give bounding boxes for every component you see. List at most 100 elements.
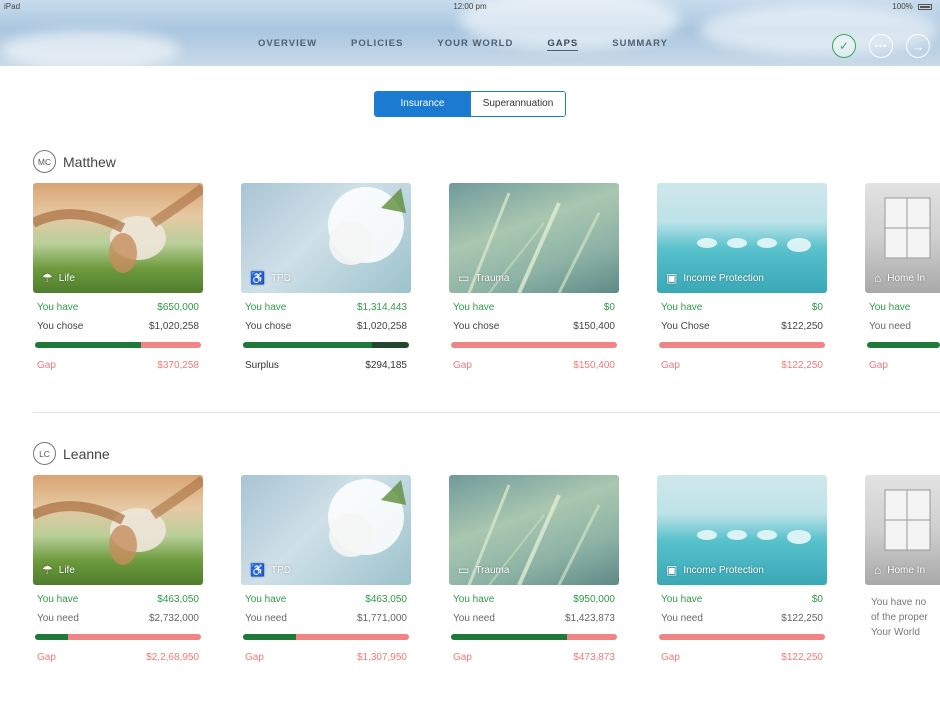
have-label: You have [245, 302, 287, 313]
cover-card-trauma[interactable]: ▭ Trauma You have $950,000 You need $1,423… [449, 475, 619, 663]
nav-overview[interactable]: OVERVIEW [258, 38, 317, 51]
clock: 12:00 pm [453, 2, 487, 11]
coverage-bar [451, 634, 617, 640]
gap-label: Gap [869, 360, 888, 371]
have-value: $0 [811, 594, 823, 605]
cover-card-life[interactable]: ☂ Life You have $650,000 You chose $1,020,… [33, 183, 203, 371]
gap-label: Gap [661, 360, 680, 371]
have-row: You have $650,000 [33, 302, 203, 313]
chose-value: $1,020,258 [148, 321, 199, 332]
gap-value: $150,400 [573, 360, 615, 371]
have-label: You have [869, 302, 911, 313]
nav-policies[interactable]: POLICIES [351, 38, 403, 51]
chose-label: You chose [453, 321, 500, 332]
have-label: You have [453, 302, 495, 313]
avatar: LC [33, 442, 56, 465]
nav-gaps[interactable]: GAPS [547, 38, 579, 51]
monitor-icon: ▭ [458, 271, 470, 285]
need-label: You need [661, 613, 703, 624]
need-value: $2,732,000 [148, 613, 199, 624]
umbrella-icon: ☂ [42, 563, 53, 577]
trauma-image: ▭ Trauma [449, 475, 619, 585]
card-label: ⌂ Home In [874, 271, 925, 285]
money-icon: ▣ [666, 563, 678, 577]
gap-value: $2,2,68,950 [146, 652, 199, 663]
have-row: You have $0 [657, 302, 827, 313]
gap-value: $473,873 [573, 652, 615, 663]
nav-summary[interactable]: SUMMARY [612, 38, 668, 51]
need-value: $1,771,000 [356, 613, 407, 624]
main-nav: OVERVIEW POLICIES YOUR WORLD GAPS SUMMAR… [258, 38, 668, 51]
card-label: ▣ Income Protection [666, 271, 764, 285]
monitor-icon: ▭ [458, 563, 470, 577]
surplus-value: $294,185 [365, 360, 407, 371]
insurance-tab[interactable]: Insurance [375, 92, 470, 116]
cover-card-home[interactable]: ⌂ Home In You have You need Gap [865, 183, 940, 371]
coverage-bar [35, 634, 201, 640]
card-title: Life [58, 564, 75, 576]
cover-card-trauma[interactable]: ▭ Trauma You have $0 You chose $150,400 Ga… [449, 183, 619, 371]
surplus-label: Surplus [245, 360, 279, 371]
cover-card-income-protection[interactable]: ▣ Income Protection You have $0 You Chose… [657, 183, 827, 371]
home-image: ⌂ Home In [865, 475, 940, 585]
umbrella-icon: ☂ [42, 271, 53, 285]
chose-row: You chose $1,020,258 [33, 321, 203, 332]
need-label: You need [37, 613, 79, 624]
need-row: You need $1,771,000 [241, 613, 411, 624]
have-value: $0 [603, 302, 615, 313]
card-label: ☂ Life [42, 271, 75, 285]
card-label: ▣ Income Protection [666, 563, 764, 577]
cover-card-tpd[interactable]: ♿ TPD You have $1,314,443 You chose $1,020… [241, 183, 411, 371]
card-title: Trauma [475, 564, 510, 576]
chose-value: $122,250 [781, 321, 823, 332]
card-title: TPD [270, 272, 291, 284]
coverage-fill [35, 634, 69, 640]
have-row: You have $950,000 [449, 594, 619, 605]
card-title: Home In [887, 272, 926, 284]
top-header: iPad 12:00 pm 100% OVERVIEW POLICIES YOU… [0, 0, 940, 66]
chose-row: You chose $1,020,258 [241, 321, 411, 332]
have-row: You have $0 [449, 302, 619, 313]
tpd-image: ♿ TPD [241, 183, 411, 293]
chose-label: You Chose [661, 321, 710, 332]
next-button[interactable]: → [906, 34, 930, 58]
need-label: You need [869, 321, 911, 332]
card-label: ⌂ Home In [874, 563, 925, 577]
tpd-image: ♿ TPD [241, 475, 411, 585]
gap-row: Gap $150,400 [449, 360, 619, 371]
need-row: You need $1,423,873 [449, 613, 619, 624]
have-row: You have $1,314,443 [241, 302, 411, 313]
home-icon: ⌂ [874, 563, 882, 577]
card-title: Trauma [475, 272, 510, 284]
coverage-bar [659, 634, 825, 640]
gap-value: $1,307,950 [356, 652, 407, 663]
need-label: You need [245, 613, 287, 624]
coverage-bar [243, 634, 409, 640]
income-image: ▣ Income Protection [657, 183, 827, 293]
cover-card-tpd[interactable]: ♿ TPD You have $463,050 You need $1,771,00… [241, 475, 411, 663]
trauma-image: ▭ Trauma [449, 183, 619, 293]
have-value: $0 [811, 302, 823, 313]
gap-row: Gap $122,250 [657, 652, 827, 663]
cover-card-home[interactable]: ⌂ Home In You have no of the proper Your… [865, 475, 940, 640]
have-label: You have [37, 302, 79, 313]
chose-label: You chose [37, 321, 84, 332]
insurance-super-toggle: Insurance Superannuation [374, 91, 566, 117]
have-value: $950,000 [573, 594, 615, 605]
gap-row: Gap $122,250 [657, 360, 827, 371]
cover-card-life[interactable]: ☂ Life You have $463,050 You need $2,732,0… [33, 475, 203, 663]
chose-row: You Chose $122,250 [657, 321, 827, 332]
avatar: MC [33, 150, 56, 173]
superannuation-tab[interactable]: Superannuation [470, 92, 565, 116]
have-value: $463,050 [365, 594, 407, 605]
complete-button[interactable]: ✓ [832, 34, 856, 58]
need-label: You need [453, 613, 495, 624]
card-label: ▭ Trauma [458, 271, 509, 285]
more-button[interactable]: ••• [869, 34, 893, 58]
income-image: ▣ Income Protection [657, 475, 827, 585]
coverage-bar [451, 342, 617, 348]
have-row: You have $463,050 [241, 594, 411, 605]
nav-your-world[interactable]: YOUR WORLD [437, 38, 513, 51]
cover-card-income-protection[interactable]: ▣ Income Protection You have $0 You need $… [657, 475, 827, 663]
have-label: You have [661, 594, 703, 605]
